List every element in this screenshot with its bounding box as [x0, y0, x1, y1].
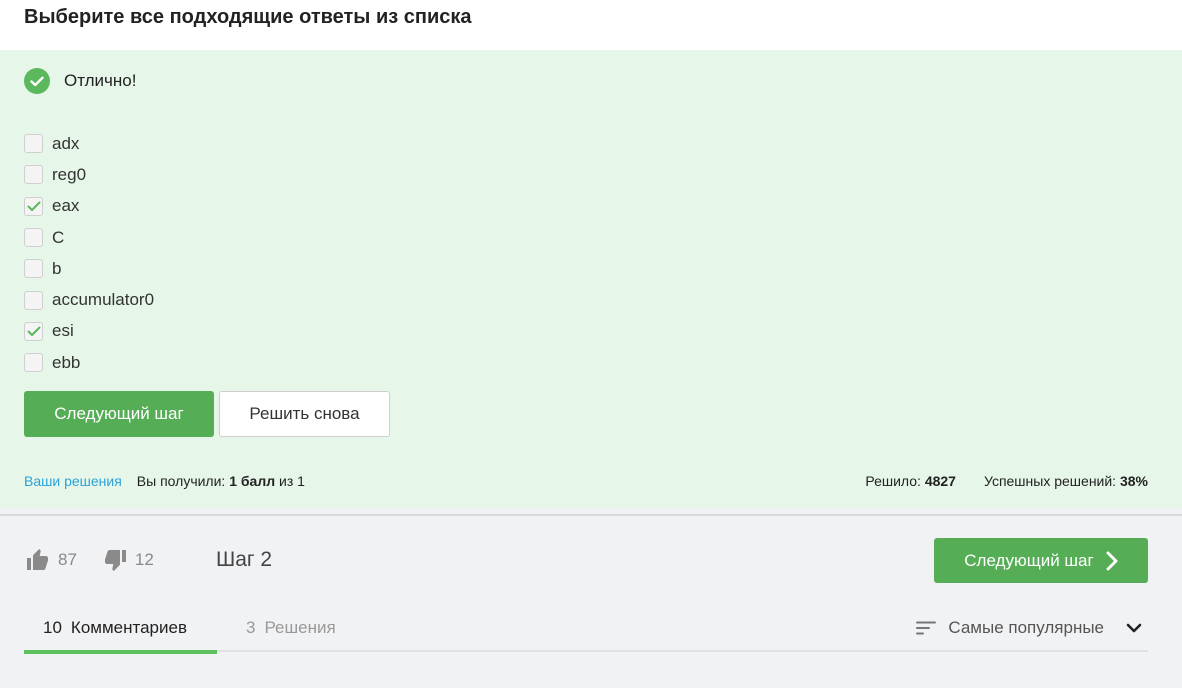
vote-group: 87 12: [26, 548, 154, 572]
dislike-button[interactable]: 12: [103, 548, 154, 572]
option-label: reg0: [52, 164, 87, 184]
discussion-tabs: 10 Комментариев 3 Решения Самые популярные: [24, 614, 1148, 654]
answer-option[interactable]: adx: [24, 128, 154, 159]
answer-option[interactable]: eax: [24, 191, 154, 222]
your-solutions-link[interactable]: Ваши решения: [24, 473, 122, 489]
chevron-right-icon: [1106, 551, 1118, 570]
checkbox[interactable]: [24, 290, 43, 310]
sort-label: Самые популярные: [948, 618, 1104, 637]
score-value: 1 балл: [229, 473, 276, 489]
like-count: 87: [58, 550, 77, 569]
sort-lines-icon: [916, 621, 937, 635]
option-label: eax: [52, 196, 80, 216]
tab-solutions[interactable]: 3 Решения: [246, 618, 336, 638]
quiz-panel: Отлично! adx reg0 eax Cb accumulator0 esi ebb …: [0, 50, 1182, 508]
tab-comments[interactable]: 10 Комментариев: [24, 618, 217, 654]
dislike-count: 12: [134, 550, 154, 569]
checkbox[interactable]: [24, 353, 43, 373]
checkbox[interactable]: [24, 259, 43, 279]
answer-options: adx reg0 eax Cb accumulator0 esi ebb: [24, 128, 154, 378]
answer-option[interactable]: ebb: [24, 347, 154, 378]
question-header: Выберите все подходящие ответы из списка: [0, 0, 1182, 50]
answer-option[interactable]: reg0: [24, 159, 154, 190]
like-button[interactable]: 87: [26, 548, 77, 572]
solved-label: Решило:: [865, 473, 921, 489]
question-title: Выберите все подходящие ответы из списка: [24, 6, 472, 28]
answer-option[interactable]: b: [24, 253, 154, 284]
tab-comments-label: Комментариев: [70, 618, 187, 637]
tab-comments-count: 10: [43, 618, 62, 637]
check-icon: [27, 326, 40, 336]
footer-next-step-button[interactable]: Следующий шаг: [934, 538, 1148, 583]
feedback-text: Отлично!: [64, 71, 137, 90]
tab-solutions-count: 3: [246, 618, 256, 637]
solved-count: 4827: [924, 473, 956, 489]
option-label: ebb: [52, 352, 81, 372]
option-label: b: [52, 258, 62, 278]
quiz-actions: Следующий шаг Решить снова: [24, 391, 390, 437]
sort-dropdown[interactable]: Самые популярные: [916, 618, 1142, 638]
answer-option[interactable]: C: [24, 222, 154, 253]
option-label: esi: [52, 321, 74, 341]
answer-option[interactable]: accumulator0: [24, 284, 154, 315]
checkbox[interactable]: [24, 134, 43, 154]
option-label: C: [52, 227, 65, 247]
success-label: Успешных решений:: [983, 473, 1117, 489]
received-prefix: Вы получили:: [136, 473, 226, 489]
feedback-banner: Отлично!: [24, 68, 136, 94]
checkbox[interactable]: [24, 228, 43, 248]
submission-stats: Ваши решения Вы получили: 1 балл из 1 Ре…: [24, 473, 1148, 493]
retry-button[interactable]: Решить снова: [219, 391, 390, 437]
thumbs-down-icon: [104, 550, 126, 571]
step-footer: 87 12 Шаг 2 Следующий шаг 10 Комментариев…: [0, 516, 1182, 688]
option-label: accumulator0: [52, 290, 155, 310]
score-suffix: из 1: [279, 473, 305, 489]
thumbs-up-icon: [27, 549, 48, 570]
chevron-down-icon: [1126, 623, 1142, 633]
step-label: Шаг 2: [216, 548, 273, 571]
answer-option[interactable]: esi: [24, 316, 154, 347]
next-step-button[interactable]: Следующий шаг: [24, 391, 214, 437]
success-rate: 38%: [1119, 473, 1148, 489]
footer-next-label: Следующий шаг: [964, 550, 1094, 570]
tab-solutions-label: Решения: [264, 618, 336, 637]
checkbox[interactable]: [24, 321, 43, 341]
checkbox[interactable]: [24, 196, 43, 216]
checkbox[interactable]: [24, 165, 43, 185]
check-icon: [27, 201, 40, 211]
check-circle-icon: [24, 68, 50, 94]
option-label: adx: [52, 133, 80, 153]
